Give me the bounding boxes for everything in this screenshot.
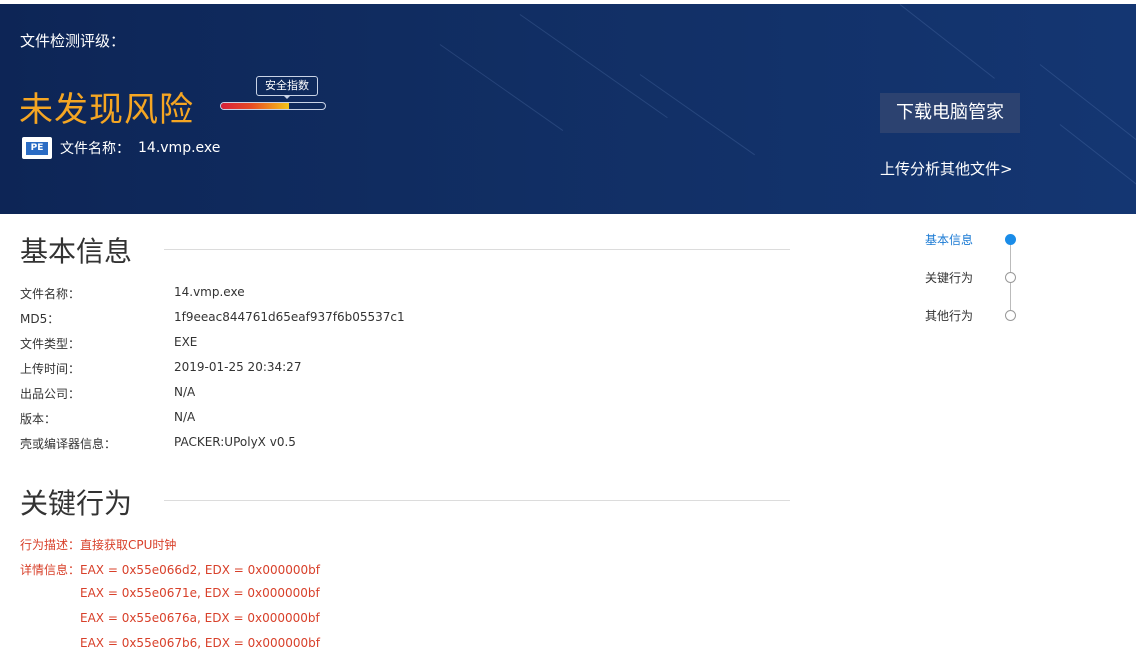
behavior-desc-label: 行为描述：	[20, 538, 81, 552]
banner-decoration	[519, 14, 668, 119]
score-bar	[220, 102, 326, 110]
behavior-description: 行为描述：直接获取CPU时钟	[20, 536, 176, 553]
info-value: N/A	[174, 385, 196, 399]
info-value: PACKER:UPolyX v0.5	[174, 435, 296, 449]
nav-item-basic-info[interactable]: 基本信息	[925, 231, 973, 248]
behavior-detail: EAX = 0x55e0671e, EDX = 0x000000bf	[80, 586, 320, 600]
info-value: 1f9eeac844761d65eaf937f6b05537c1	[174, 310, 405, 324]
file-name-value: 14.vmp.exe	[138, 140, 221, 156]
behavior-detail: EAX = 0x55e0676a, EDX = 0x000000bf	[80, 611, 320, 625]
score-bar-fill	[221, 103, 289, 109]
banner-decoration	[1039, 64, 1136, 145]
banner-decoration	[439, 44, 564, 131]
banner-decoration	[899, 4, 995, 79]
info-label: 出品公司：	[20, 387, 81, 401]
behavior-detail: 详情信息：EAX = 0x55e066d2, EDX = 0x000000bf	[20, 561, 320, 578]
info-value: EXE	[174, 335, 198, 349]
banner-decoration	[639, 74, 755, 156]
info-label: 文件类型：	[20, 337, 81, 351]
behavior-detail-value: EAX = 0x55e0671e, EDX = 0x000000bf	[80, 586, 320, 600]
nav-dot-icon[interactable]	[1005, 310, 1016, 321]
nav-item-key-behavior[interactable]: 关键行为	[925, 269, 973, 286]
grade-label: 文件检测评级：	[20, 32, 126, 50]
download-manager-button[interactable]: 下载电脑管家	[880, 93, 1020, 133]
behavior-detail-value: EAX = 0x55e067b6, EDX = 0x000000bf	[80, 636, 320, 650]
section-divider	[164, 249, 790, 250]
behavior-detail-value: EAX = 0x55e0676a, EDX = 0x000000bf	[80, 611, 320, 625]
nav-dot-icon[interactable]	[1005, 272, 1016, 283]
info-value: 14.vmp.exe	[174, 285, 245, 299]
section-title-basic-info: 基本信息	[20, 235, 133, 268]
section-title-key-behavior: 关键行为	[20, 487, 133, 520]
file-name-label: 文件名称：	[60, 141, 130, 157]
report-banner: 文件检测评级： 未发现风险 安全指数 PE 文件名称： 14.vmp.exe 下…	[0, 4, 1136, 214]
info-value: N/A	[174, 410, 196, 424]
section-nav: 基本信息 关键行为 其他行为	[900, 230, 1030, 330]
behavior-detail-label: 详情信息：	[20, 563, 81, 577]
risk-result: 未发现风险	[19, 90, 194, 130]
nav-dot-active-icon[interactable]	[1005, 234, 1016, 245]
nav-item-other-behavior[interactable]: 其他行为	[925, 307, 973, 324]
info-label: 版本：	[20, 412, 57, 426]
info-label: 文件名称：	[20, 287, 81, 301]
info-label: 上传时间：	[20, 362, 81, 376]
banner-decoration	[1059, 124, 1136, 199]
behavior-desc-value: 直接获取CPU时钟	[80, 538, 177, 552]
behavior-detail-value: EAX = 0x55e066d2, EDX = 0x000000bf	[80, 563, 320, 577]
pe-file-icon: PE	[22, 137, 52, 159]
file-name-row: PE 文件名称： 14.vmp.exe	[22, 137, 220, 159]
section-divider	[164, 500, 790, 501]
info-label: MD5：	[20, 312, 60, 326]
info-value: 2019-01-25 20:34:27	[174, 360, 302, 374]
score-tag: 安全指数	[256, 76, 318, 99]
behavior-detail: EAX = 0x55e067b6, EDX = 0x000000bf	[80, 636, 320, 650]
info-label: 壳或编译器信息：	[20, 437, 117, 451]
upload-other-file-link[interactable]: 上传分析其他文件>	[880, 158, 1013, 179]
